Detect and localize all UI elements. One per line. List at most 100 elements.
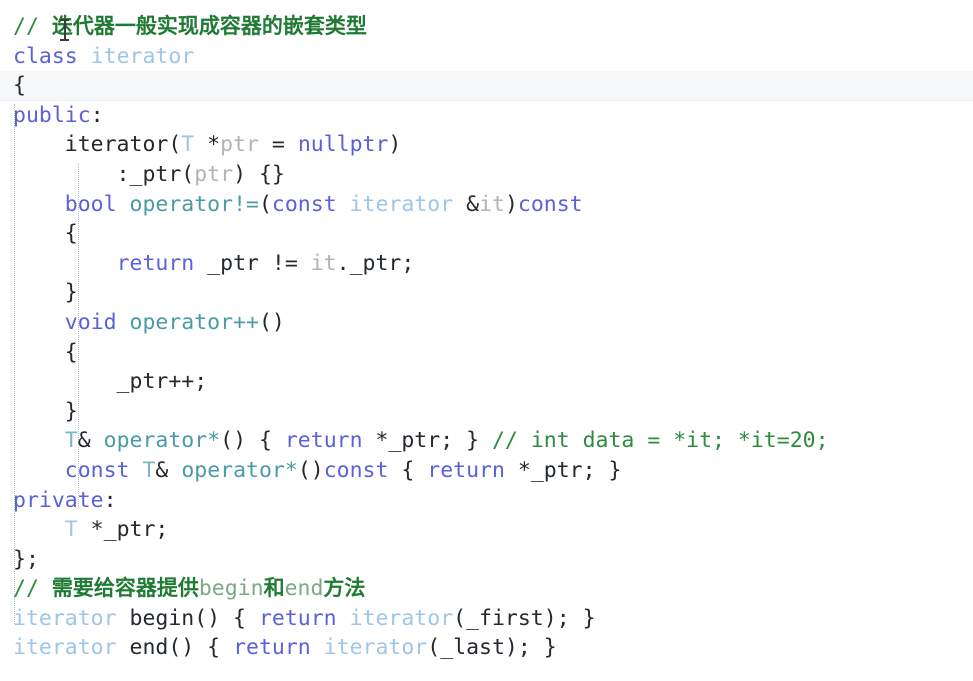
code-token-plain: iterator( bbox=[13, 132, 182, 158]
code-token-type: iterator bbox=[13, 605, 117, 631]
code-token-plain: _ptr++; bbox=[13, 369, 208, 395]
code-token-plain: { bbox=[388, 457, 428, 483]
code-token-plain: : bbox=[103, 487, 117, 513]
code-line[interactable]: } bbox=[0, 397, 973, 427]
code-token-comment-cjk: 迭代器一般实现成容器的嵌套类型 bbox=[51, 14, 367, 38]
code-token-dim: ptr bbox=[220, 132, 259, 158]
code-token-kw: return bbox=[233, 635, 311, 661]
code-line[interactable]: T *_ptr; bbox=[0, 515, 973, 545]
code-line[interactable]: public: bbox=[0, 101, 973, 131]
code-token-plain: (_last); } bbox=[427, 635, 557, 661]
code-token-comment-cjk: 和 bbox=[263, 576, 285, 601]
code-token-comment-lat: begin bbox=[198, 576, 264, 602]
code-line[interactable]: iterator begin() { return iterator(_firs… bbox=[0, 604, 973, 634]
code-token-plain: () bbox=[258, 309, 285, 335]
code-token-comment: // bbox=[13, 576, 52, 602]
code-token-plain: }; bbox=[13, 546, 39, 572]
code-token-plain: (_first); } bbox=[453, 605, 596, 631]
code-token-plain: ) bbox=[388, 132, 402, 158]
code-line[interactable]: T& operator*() { return *_ptr; } // int … bbox=[0, 426, 973, 456]
code-token-plain: { bbox=[13, 339, 78, 365]
code-line[interactable]: // 需要给容器提供begin和end方法 bbox=[0, 574, 973, 604]
code-line[interactable]: private: bbox=[0, 486, 973, 516]
code-token-plain: & bbox=[77, 428, 104, 454]
code-line[interactable]: { bbox=[0, 219, 973, 249]
code-line[interactable]: _ptr++; bbox=[0, 367, 973, 397]
code-token-plain: : bbox=[90, 102, 104, 128]
code-token-type: T bbox=[64, 517, 78, 543]
code-line[interactable]: }; bbox=[0, 545, 973, 575]
code-token-fn: operator++ bbox=[129, 309, 259, 335]
code-token-type: iterator bbox=[13, 635, 117, 661]
code-token-fn: operator* bbox=[181, 457, 298, 483]
code-token-plain: ( bbox=[258, 191, 272, 217]
code-token-plain: ) bbox=[504, 191, 518, 217]
code-line[interactable]: bool operator!=(const iterator &it)const bbox=[0, 190, 973, 220]
code-token-dim: it bbox=[479, 191, 505, 217]
code-token-kw: const bbox=[64, 457, 130, 483]
code-token-comment: // bbox=[13, 14, 52, 39]
code-token-plain: :_ptr( bbox=[13, 161, 195, 187]
code-token-kw: return bbox=[427, 457, 505, 483]
code-token-type: iterator bbox=[90, 43, 195, 69]
code-token-plain: *_ptr; } bbox=[504, 457, 622, 483]
code-line[interactable]: :_ptr(ptr) {} bbox=[0, 160, 973, 190]
code-token-kw: return bbox=[258, 605, 337, 631]
code-token-plain: = bbox=[258, 132, 298, 158]
code-line[interactable]: return _ptr != it._ptr; bbox=[0, 249, 973, 279]
code-editor[interactable]: // 迭代器一般实现成容器的嵌套类型 class iterator{public:… bbox=[0, 0, 973, 681]
code-token-type2: T bbox=[64, 428, 78, 454]
code-line[interactable]: void operator++() bbox=[0, 308, 973, 338]
code-line[interactable]: } bbox=[0, 278, 973, 308]
code-token-kw: return bbox=[116, 250, 195, 276]
code-line[interactable]: { bbox=[0, 338, 973, 368]
code-line-list[interactable]: // 迭代器一般实现成容器的嵌套类型 class iterator{public:… bbox=[0, 0, 973, 663]
code-token-kw: const bbox=[517, 191, 583, 217]
code-token-plain: *_ptr; bbox=[77, 517, 169, 543]
code-token-kw: public bbox=[13, 102, 91, 128]
code-token-type: iterator bbox=[349, 191, 454, 217]
code-token-plain: ) {} bbox=[233, 161, 285, 187]
code-token-kw: nullptr bbox=[297, 132, 389, 158]
code-token-fn: operator* bbox=[103, 428, 221, 454]
code-token-kw: class bbox=[13, 43, 78, 69]
code-token-plain: () { bbox=[220, 428, 285, 454]
code-line[interactable]: iterator(T *ptr = nullptr) bbox=[0, 130, 973, 160]
code-token-type: iterator bbox=[323, 635, 428, 661]
code-token-plain: begin() { bbox=[116, 605, 259, 631]
code-token-plain: & bbox=[155, 457, 182, 483]
code-token-comment-cjk: 方法 bbox=[323, 576, 366, 601]
code-token-kw: return bbox=[284, 428, 363, 454]
code-token-plain: () bbox=[297, 457, 324, 483]
code-line[interactable]: { bbox=[0, 71, 973, 101]
code-token-comment: // int data = *it; *it=20; bbox=[491, 428, 829, 454]
code-token-plain: * bbox=[194, 132, 221, 158]
code-line[interactable]: // 迭代器一般实现成容器的嵌套类型 bbox=[0, 12, 973, 42]
code-token-plain: ._ptr; bbox=[336, 250, 415, 276]
code-token-plain: end() { bbox=[116, 635, 234, 661]
code-token-kw: private bbox=[13, 487, 104, 513]
code-token-dim: it bbox=[310, 250, 337, 276]
code-token-type: iterator bbox=[349, 605, 454, 631]
code-token-kw: const bbox=[271, 191, 337, 217]
code-token-type2: T bbox=[142, 457, 156, 483]
code-line[interactable]: iterator end() { return iterator(_last);… bbox=[0, 633, 973, 663]
code-token-comment-lat: end bbox=[284, 576, 324, 602]
code-line[interactable]: const T& operator*()const { return *_ptr… bbox=[0, 456, 973, 486]
code-token-plain: & bbox=[453, 191, 480, 217]
code-token-plain: { bbox=[13, 221, 78, 247]
code-token-fn: operator!= bbox=[129, 191, 259, 217]
code-token-plain: } bbox=[13, 398, 78, 424]
code-line[interactable]: class iterator bbox=[0, 42, 973, 72]
